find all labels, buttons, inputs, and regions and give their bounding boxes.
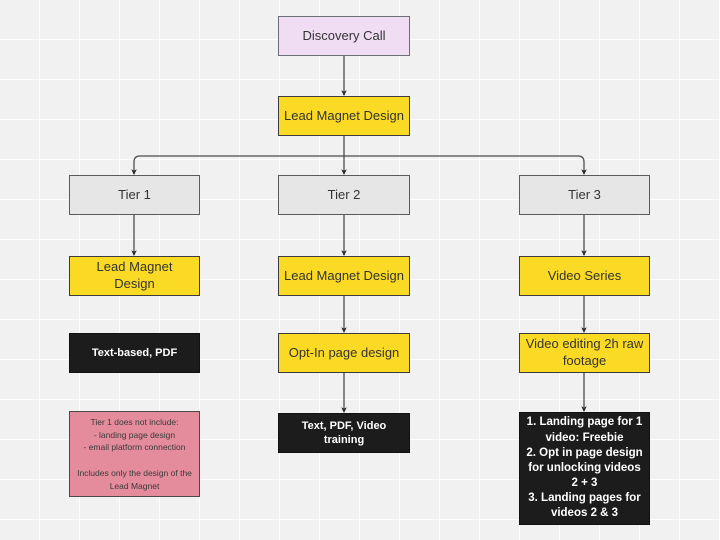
edge-leadmagnet-to-tier1 (131, 155, 344, 175)
node-tier1-note[interactable]: Tier 1 does not include: - landing page … (69, 411, 200, 497)
node-lead-magnet-design-top[interactable]: Lead Magnet Design (278, 96, 410, 136)
node-discovery-call[interactable]: Discovery Call (278, 16, 410, 56)
node-tier-2[interactable]: Tier 2 (278, 175, 410, 215)
edge-leadmagnet-to-tier3 (344, 155, 587, 175)
node-tier2-lead-magnet-design[interactable]: Lead Magnet Design (278, 256, 410, 296)
node-tier-1[interactable]: Tier 1 (69, 175, 200, 215)
node-tier2-deliverable[interactable]: Text, PDF, Video training (278, 413, 410, 453)
node-tier1-deliverable[interactable]: Text-based, PDF (69, 333, 200, 373)
node-tier-3[interactable]: Tier 3 (519, 175, 650, 215)
node-tier3-deliverable[interactable]: 1. Landing page for 1 video: Freebie 2. … (519, 412, 650, 525)
node-tier1-lead-magnet-design[interactable]: Lead Magnet Design (69, 256, 200, 296)
flowchart-canvas: Discovery Call Lead Magnet Design Tier 1… (0, 0, 720, 540)
node-tier3-video-editing[interactable]: Video editing 2h raw footage (519, 333, 650, 373)
node-tier3-video-series[interactable]: Video Series (519, 256, 650, 296)
node-tier2-optin-page-design[interactable]: Opt-In page design (278, 333, 410, 373)
